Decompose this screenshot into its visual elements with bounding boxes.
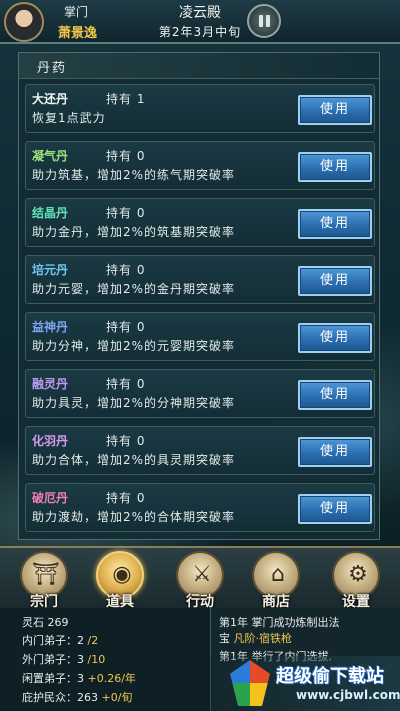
pill-name: 破厄丹 [32,491,69,505]
pill-description: 助力筑基，增加2%的练气期突破率 [32,168,236,182]
use-button[interactable]: 使用 [298,323,372,353]
pill-item: 培元丹 持有 0 助力元婴，增加2%的金丹期突破率 使用 [25,255,375,304]
pill-name: 化羽丹 [32,434,69,448]
outer-disciples-stat: 外门弟子：3 /10 [22,653,106,666]
pill-held-count: 持有 0 [106,206,146,220]
role-label: 掌门 [64,5,89,19]
use-button[interactable]: 使用 [298,95,372,125]
nav-items-button[interactable]: ◉ 道具 [90,551,150,610]
protected-people-stat: 庇护民众：263 +0/旬 [22,691,133,704]
nav-sect-button[interactable]: ⛩ 宗门 [14,551,74,610]
pill-held-count: 持有 0 [106,149,146,163]
pill-held-count: 持有 0 [106,377,146,391]
pill-description: 助力渡劫，增加2%的合体期突破率 [32,510,236,524]
pill-item: 大还丹 持有 1 恢复1点武力 使用 [25,84,375,133]
pill-item: 破厄丹 持有 0 助力渡劫，增加2%的合体期突破率 使用 [25,483,375,532]
use-button[interactable]: 使用 [298,266,372,296]
pause-button[interactable] [247,4,281,38]
pills-panel: 丹药 大还丹 持有 1 恢复1点武力 使用 凝气丹 持有 0 助力筑基，增加2%… [18,52,380,540]
pill-item: 凝气丹 持有 0 助力筑基，增加2%的练气期突破率 使用 [25,141,375,190]
pill-name: 益神丹 [32,320,69,334]
pill-name: 融灵丹 [32,377,69,391]
pill-description: 助力具灵，增加2%的分神期突破率 [32,396,236,410]
pill-description: 恢复1点武力 [32,111,106,125]
log-line: 宝 凡阶·宿铁枪 [219,632,292,645]
use-button[interactable]: 使用 [298,152,372,182]
pill-description: 助力分神，增加2%的元婴期突破率 [32,339,236,353]
pill-item: 益神丹 持有 0 助力分神，增加2%的元婴期突破率 使用 [25,312,375,361]
spirit-stones-stat: 灵石 269 [22,616,69,629]
player-name: 萧景逸 [58,26,98,41]
pill-description: 助力元婴，增加2%的金丹期突破率 [32,282,236,296]
pill-name: 大还丹 [32,92,69,106]
pill-description: 助力合体，增加2%的具灵期突破率 [32,453,236,467]
inner-disciples-stat: 内门弟子：2 /2 [22,634,99,647]
use-button[interactable]: 使用 [298,209,372,239]
pill-item: 化羽丹 持有 0 助力合体，增加2%的具灵期突破率 使用 [25,426,375,475]
pill-item: 结晶丹 持有 0 助力金丹，增加2%的筑基期突破率 使用 [25,198,375,247]
top-bar: 掌门 萧景逸 凌云殿 第2年3月中旬 [0,0,400,44]
watermark-title: 超级偷下载站 [276,666,384,687]
nav-settings-button[interactable]: ⚙ 设置 [326,551,386,610]
use-button[interactable]: 使用 [298,494,372,524]
nav-shop-button[interactable]: ⌂ 商店 [246,551,306,610]
use-button[interactable]: 使用 [298,380,372,410]
nav-action-button[interactable]: ⚔ 行动 [170,551,230,610]
watermark-logo-icon [230,660,270,706]
pill-item: 融灵丹 持有 0 助力具灵，增加2%的分神期突破率 使用 [25,369,375,418]
panel-header: 丹药 [19,53,379,79]
watermark: 超级偷下载站 www.cjbwl.com [210,656,400,711]
use-button[interactable]: 使用 [298,437,372,467]
pill-description: 助力金丹，增加2%的筑基期突破率 [32,225,236,239]
log-line: 第1年 掌门成功炼制出法 [219,616,340,629]
pill-held-count: 持有 1 [106,92,146,106]
bottom-nav: ⛩ 宗门 ◉ 道具 ⚔ 行动 ⌂ 商店 ⚙ 设置 [0,546,400,610]
pill-name: 凝气丹 [32,149,69,163]
sect-stats: 灵石 269 内门弟子：2 /2 外门弟子：3 /10 闲置弟子：3 +0.26… [0,608,210,711]
panel-title: 丹药 [37,61,68,76]
location-title: 凌云殿 [179,5,221,21]
pill-held-count: 持有 0 [106,434,146,448]
idle-disciples-stat: 闲置弟子：3 +0.26/年 [22,672,136,685]
pill-held-count: 持有 0 [106,263,146,277]
pill-name: 结晶丹 [32,206,69,220]
watermark-url: www.cjbwl.com [296,688,400,702]
pill-held-count: 持有 0 [106,320,146,334]
pill-held-count: 持有 0 [106,491,146,505]
avatar[interactable] [4,2,44,42]
pill-name: 培元丹 [32,263,69,277]
